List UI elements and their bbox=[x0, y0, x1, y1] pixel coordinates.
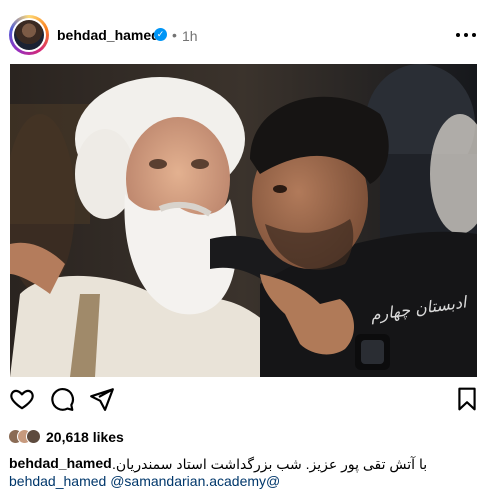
comment-button[interactable] bbox=[49, 386, 77, 414]
post-header: behdad_hamed ✓ • 1h bbox=[0, 0, 486, 66]
post-time[interactable]: 1h bbox=[182, 28, 198, 44]
share-button[interactable] bbox=[89, 386, 117, 414]
caption-text: با آتش تقی پور عزیز. شب بزرگداشت استاد س… bbox=[112, 456, 428, 472]
save-button[interactable] bbox=[454, 386, 482, 414]
more-dot-icon bbox=[472, 33, 476, 37]
post-actions bbox=[0, 386, 486, 416]
likes-row[interactable]: 20,618 likes bbox=[8, 427, 308, 447]
more-dot-icon bbox=[464, 33, 468, 37]
avatar-image bbox=[14, 20, 44, 50]
likes-count[interactable]: 20,618 likes bbox=[46, 429, 124, 445]
bookmark-icon bbox=[458, 387, 476, 411]
story-ring[interactable] bbox=[9, 15, 49, 55]
like-button[interactable] bbox=[9, 386, 37, 414]
more-options-button[interactable] bbox=[456, 27, 478, 43]
avatar[interactable] bbox=[12, 18, 46, 52]
time-separator: • bbox=[172, 27, 177, 43]
caption-mention[interactable]: behdad_hamed @samandarian.academy@ bbox=[9, 473, 280, 489]
post-image[interactable]: ادبستان چهارم bbox=[10, 64, 477, 377]
more-dot-icon bbox=[456, 33, 460, 37]
caption-username[interactable]: behdad_hamed bbox=[9, 455, 112, 471]
verified-badge-icon: ✓ bbox=[154, 28, 167, 41]
comment-icon bbox=[51, 388, 74, 411]
photo-illustration bbox=[10, 64, 477, 377]
share-icon bbox=[90, 388, 114, 411]
post-username[interactable]: behdad_hamed bbox=[57, 27, 160, 43]
liker-avatar bbox=[26, 429, 41, 444]
heart-icon bbox=[10, 389, 34, 410]
